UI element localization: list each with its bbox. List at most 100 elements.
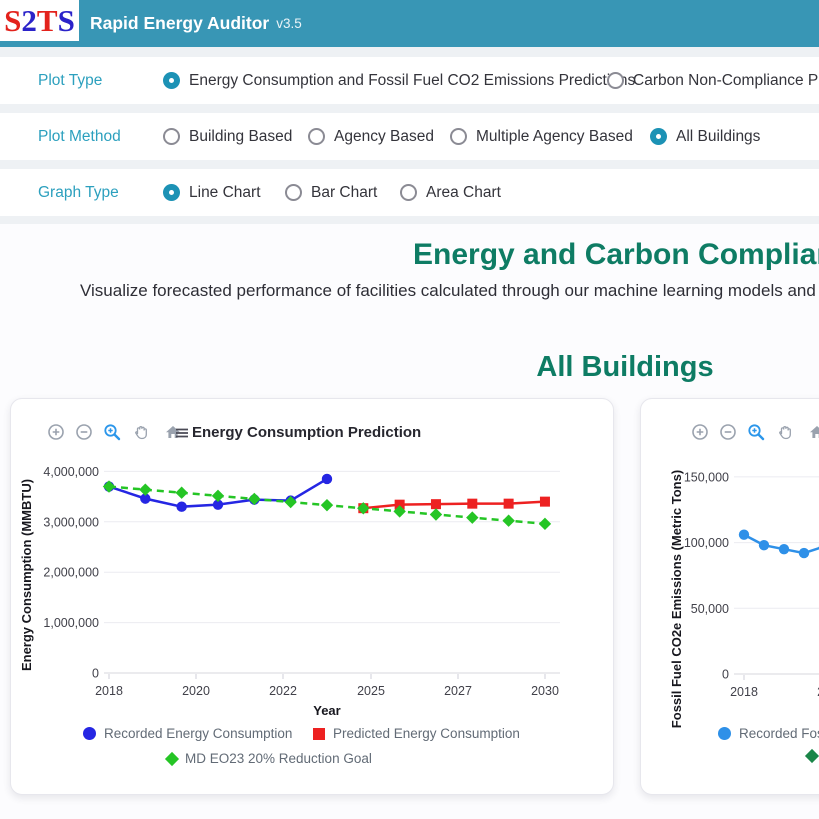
radio-option[interactable]: Multiple Agency Based bbox=[450, 113, 633, 160]
radio-selected-icon[interactable] bbox=[650, 128, 667, 145]
legend-square-swatch bbox=[313, 728, 325, 740]
data-point bbox=[504, 499, 514, 509]
radio-option[interactable]: Energy Consumption and Fossil Fuel CO2 E… bbox=[163, 57, 635, 104]
section-title: All Buildings bbox=[536, 351, 713, 384]
logo-letter: T bbox=[37, 5, 58, 36]
legend-label: Recorded Energy Consumption bbox=[104, 726, 292, 741]
app-header: S2TS Rapid Energy Auditor v3.5 bbox=[0, 0, 819, 47]
page-subtitle: Visualize forecasted performance of faci… bbox=[80, 281, 816, 301]
radio-unselected-icon[interactable] bbox=[285, 184, 302, 201]
y-tick-label: 1,000,000 bbox=[43, 616, 99, 630]
energy-consumption-chart-card: Energy Consumption Prediction01,000,0002… bbox=[10, 398, 614, 795]
data-point bbox=[502, 514, 514, 526]
control-row-plot-type: Plot Type Energy Consumption and Fossil … bbox=[0, 57, 819, 104]
logo-letter: S bbox=[4, 5, 21, 36]
x-tick-label: 2025 bbox=[357, 684, 385, 698]
radio-unselected-icon[interactable] bbox=[163, 128, 180, 145]
x-tick-label: 2018 bbox=[730, 685, 758, 699]
legend-label: Recorded Fossil Fuel CO2e Emissions bbox=[739, 726, 819, 741]
control-row-label: Graph Type bbox=[38, 169, 119, 216]
y-tick-label: 4,000,000 bbox=[43, 465, 99, 479]
data-point bbox=[176, 501, 186, 511]
radio-unselected-icon[interactable] bbox=[607, 72, 624, 89]
legend-circle-swatch bbox=[718, 727, 731, 740]
legend-diamond-swatch bbox=[805, 749, 819, 763]
app-page: { "header": { "logo_letters": [ {"ch": "… bbox=[0, 0, 819, 819]
radio-option[interactable]: All Buildings bbox=[650, 113, 760, 160]
fossil-fuel-emissions-chart-card: 050,000100,000150,00020182020Fossil Fuel… bbox=[640, 398, 819, 795]
data-point bbox=[739, 530, 749, 540]
radio-unselected-icon[interactable] bbox=[308, 128, 325, 145]
radio-option-label: Line Chart bbox=[189, 184, 261, 202]
y-tick-label: 3,000,000 bbox=[43, 515, 99, 529]
y-axis-title: Energy Consumption (MMBTU) bbox=[19, 479, 34, 671]
data-point bbox=[321, 499, 333, 511]
control-row-plot-method: Plot Method Building Based Agency Based Mu… bbox=[0, 113, 819, 160]
x-tick-label: 2020 bbox=[182, 684, 210, 698]
legend-circle-swatch bbox=[83, 727, 96, 740]
y-tick-label: 2,000,000 bbox=[43, 566, 99, 580]
app-version: v3.5 bbox=[276, 16, 302, 31]
control-row-label: Plot Method bbox=[38, 113, 121, 160]
radio-option-label: Building Based bbox=[189, 128, 292, 146]
data-point bbox=[539, 518, 551, 530]
data-point bbox=[175, 487, 187, 499]
radio-option[interactable]: Building Based bbox=[163, 113, 292, 160]
x-tick-label: 2027 bbox=[444, 684, 472, 698]
x-tick-label: 2030 bbox=[531, 684, 559, 698]
x-axis-title: Year bbox=[313, 703, 340, 718]
data-point bbox=[248, 493, 260, 505]
legend-item[interactable]: Recorded Energy Consumption bbox=[83, 726, 292, 741]
logo-letter: S bbox=[58, 5, 75, 36]
main-content: Energy and Carbon Compliance Visualize f… bbox=[0, 224, 819, 819]
series-line bbox=[363, 502, 545, 509]
logo-letter: 2 bbox=[21, 5, 37, 36]
data-point bbox=[139, 483, 151, 495]
radio-selected-icon[interactable] bbox=[163, 72, 180, 89]
legend-label: Predicted Energy Consumption bbox=[333, 726, 520, 741]
x-tick-label: 2022 bbox=[269, 684, 297, 698]
x-tick-label: 2018 bbox=[95, 684, 123, 698]
y-tick-label: 100,000 bbox=[684, 536, 729, 550]
page-title: Energy and Carbon Compliance bbox=[413, 238, 819, 272]
legend-item[interactable] bbox=[807, 751, 817, 761]
data-point bbox=[759, 540, 769, 550]
app-title: Rapid Energy Auditor v3.5 bbox=[90, 0, 302, 47]
legend-item[interactable]: Recorded Fossil Fuel CO2e Emissions bbox=[718, 726, 819, 741]
data-point bbox=[103, 480, 115, 492]
radio-option-label: All Buildings bbox=[676, 128, 760, 146]
radio-option[interactable]: Area Chart bbox=[400, 169, 501, 216]
data-point bbox=[322, 474, 332, 484]
legend-item[interactable]: Predicted Energy Consumption bbox=[313, 726, 520, 741]
data-point bbox=[430, 508, 442, 520]
radio-unselected-icon[interactable] bbox=[400, 184, 417, 201]
y-tick-label: 0 bbox=[92, 667, 99, 681]
radio-unselected-icon[interactable] bbox=[450, 128, 467, 145]
data-point bbox=[212, 490, 224, 502]
y-tick-label: 50,000 bbox=[691, 602, 729, 616]
radio-option[interactable]: Agency Based bbox=[308, 113, 434, 160]
controls-panel: Plot Type Energy Consumption and Fossil … bbox=[0, 47, 819, 224]
radio-option[interactable]: Bar Chart bbox=[285, 169, 377, 216]
radio-option-label: Agency Based bbox=[334, 128, 434, 146]
control-row-label: Plot Type bbox=[38, 57, 102, 104]
y-tick-label: 150,000 bbox=[684, 470, 729, 484]
radio-option-label: Energy Consumption and Fossil Fuel CO2 E… bbox=[189, 72, 635, 90]
data-point bbox=[431, 499, 441, 509]
data-point bbox=[540, 497, 550, 507]
app-title-text: Rapid Energy Auditor bbox=[90, 13, 269, 34]
radio-selected-icon[interactable] bbox=[163, 184, 180, 201]
legend-label: MD EO23 20% Reduction Goal bbox=[185, 751, 372, 766]
data-point bbox=[467, 499, 477, 509]
legend-item[interactable]: MD EO23 20% Reduction Goal bbox=[167, 751, 372, 766]
y-tick-label: 0 bbox=[722, 668, 729, 682]
y-axis-title: Fossil Fuel CO2e Emissions (Metric Tons) bbox=[669, 470, 684, 728]
legend-diamond-swatch bbox=[165, 751, 179, 765]
logo: S2TS bbox=[0, 0, 79, 41]
radio-option-label: Carbon Non-Compliance Projections bbox=[633, 72, 819, 90]
data-point bbox=[799, 548, 809, 558]
data-point bbox=[779, 544, 789, 554]
radio-option[interactable]: Line Chart bbox=[163, 169, 261, 216]
radio-option-label: Multiple Agency Based bbox=[476, 128, 633, 146]
radio-option[interactable]: Carbon Non-Compliance Projections bbox=[607, 57, 819, 104]
